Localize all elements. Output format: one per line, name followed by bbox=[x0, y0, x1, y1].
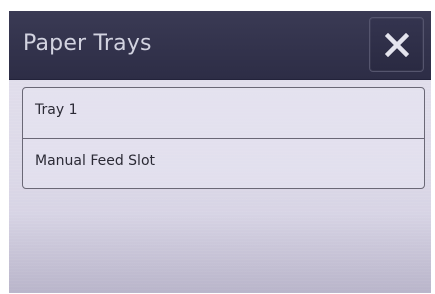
tray-item-manual-feed-slot[interactable]: Manual Feed Slot bbox=[23, 138, 424, 188]
close-button[interactable] bbox=[369, 17, 424, 72]
touch-screen: Paper Trays Tray 1 Manual Feed Slot bbox=[9, 11, 431, 293]
device-bezel: Paper Trays Tray 1 Manual Feed Slot bbox=[0, 0, 435, 294]
title-bar: Paper Trays bbox=[9, 11, 431, 80]
tray-item-tray-1[interactable]: Tray 1 bbox=[23, 88, 424, 138]
tray-item-label: Tray 1 bbox=[35, 102, 78, 118]
tray-list: Tray 1 Manual Feed Slot bbox=[22, 87, 425, 189]
close-icon bbox=[385, 33, 409, 57]
page-title: Paper Trays bbox=[23, 31, 152, 56]
tray-item-label: Manual Feed Slot bbox=[35, 153, 156, 169]
